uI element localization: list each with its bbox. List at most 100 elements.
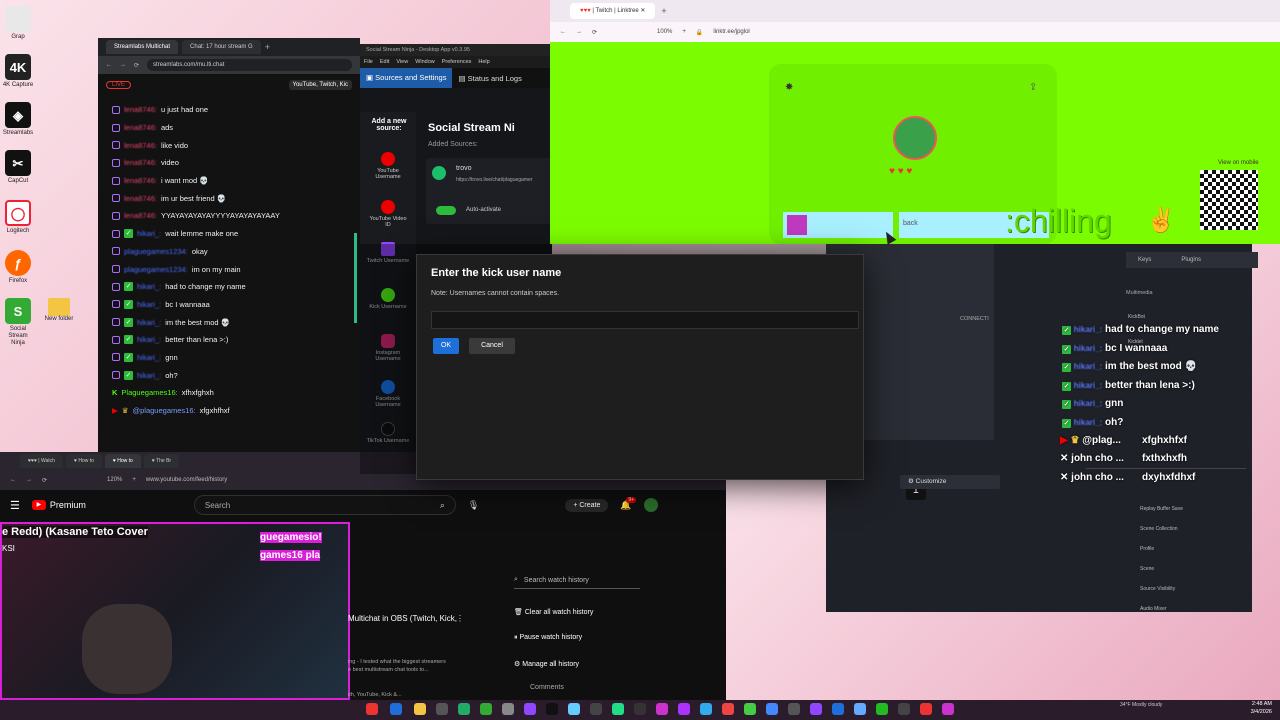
taskbar-app-icon[interactable]	[656, 703, 668, 715]
browser-tab[interactable]: ♥ How to	[65, 454, 102, 468]
forward-icon[interactable]: →	[576, 29, 582, 35]
date[interactable]: 3/4/2026	[1232, 709, 1272, 715]
auto-activate-toggle[interactable]	[436, 206, 456, 215]
close-tab-icon[interactable]: ✕	[640, 8, 645, 14]
multimedia-item[interactable]: Multimedia	[1126, 290, 1153, 296]
share-icon[interactable]: ⇪	[1029, 82, 1037, 93]
menu-file[interactable]: File	[364, 56, 373, 68]
desktop-icon[interactable]: ◯ Logitech	[2, 200, 34, 235]
taskbar-app-icon[interactable]	[612, 703, 624, 715]
taskbar-app-icon[interactable]	[678, 703, 690, 715]
taskbar-app-icon[interactable]	[942, 703, 954, 715]
menu-preferences[interactable]: Preferences	[442, 56, 472, 68]
tab-multichat[interactable]: Streamlabs Multichat	[106, 40, 179, 54]
obs-menu-replay[interactable]: Replay Buffer Save	[1140, 506, 1183, 512]
tab-keys[interactable]: Keys	[1138, 252, 1151, 268]
sparkle-icon[interactable]: ✸	[785, 82, 793, 93]
taskbar-app-icon[interactable]	[700, 703, 712, 715]
taskbar-app-icon[interactable]	[744, 703, 756, 715]
obs-menu-kickbot[interactable]: KickBot	[1128, 314, 1145, 320]
clock[interactable]: 2:48 AM	[1232, 701, 1272, 707]
cancel-button[interactable]: Cancel	[469, 338, 515, 354]
kick-username-input[interactable]	[431, 311, 859, 329]
taskbar-app-icon[interactable]	[722, 703, 734, 715]
add-icon[interactable]: +	[682, 29, 686, 35]
back-icon[interactable]: ←	[106, 62, 112, 68]
youtube-username-button[interactable]: YouTube Username	[366, 152, 410, 180]
desktop-icon[interactable]: S Social Stream Ninja	[2, 298, 34, 347]
desktop-icon[interactable]: Grap	[2, 6, 34, 41]
taskbar-app-icon[interactable]	[480, 703, 492, 715]
reload-icon[interactable]: ⟳	[42, 477, 47, 484]
taskbar-app-icon[interactable]	[458, 703, 470, 715]
youtube-logo[interactable]: ▶ Premium	[31, 500, 86, 510]
forward-icon[interactable]: →	[120, 62, 126, 68]
taskbar-app-icon[interactable]	[634, 703, 646, 715]
desktop-icon[interactable]: ƒ Firefox	[2, 250, 34, 285]
taskbar-app-icon[interactable]	[898, 703, 910, 715]
menu-view[interactable]: View	[396, 56, 408, 68]
desktop-icon[interactable]: 4K 4K Capture	[2, 54, 34, 89]
taskbar-app-icon[interactable]	[546, 703, 558, 715]
back-icon[interactable]: ←	[560, 29, 566, 35]
desktop-icon[interactable]: ◈ Streamlabs	[2, 102, 34, 137]
taskbar-app-icon[interactable]	[590, 703, 602, 715]
forward-icon[interactable]: →	[26, 477, 32, 483]
more-options-icon[interactable]: ⋮	[456, 614, 464, 623]
taskbar-app-icon[interactable]	[788, 703, 800, 715]
scrollbar[interactable]	[354, 233, 357, 323]
obs-menu-scene-collection[interactable]: Scene Collection	[1140, 526, 1178, 532]
add-icon[interactable]: +	[132, 477, 136, 483]
stream-video-title[interactable]: Multichat in OBS (Twitch, Kick,	[348, 614, 457, 623]
taskbar-app-icon[interactable]	[568, 703, 580, 715]
weather-widget[interactable]: 34°F Mostly cloudy	[1120, 702, 1180, 708]
menu-edit[interactable]: Edit	[380, 56, 389, 68]
zoom-level[interactable]: 100%	[657, 29, 672, 35]
reload-icon[interactable]: ⟳	[134, 62, 139, 69]
search-input[interactable]: Search ⌕	[193, 495, 456, 515]
tab-sources-settings[interactable]: ▣ Sources and Settings	[360, 68, 453, 88]
link-button[interactable]	[783, 212, 893, 238]
search-history-input[interactable]: ⌕ Search watch history	[514, 572, 640, 589]
browser-tab[interactable]: ♥ The Br	[143, 454, 180, 468]
taskbar-app-icon[interactable]	[876, 703, 888, 715]
clear-history-button[interactable]: 🗑 Clear all watch history	[514, 608, 593, 616]
tab-chat[interactable]: Chat: 17 hour stream G	[182, 40, 261, 54]
taskbar-app-icon[interactable]	[832, 703, 844, 715]
url-field[interactable]: linktr.ee/jpglol	[713, 29, 749, 35]
taskbar-app-icon[interactable]	[436, 703, 448, 715]
obs-menu-audio-mixer[interactable]: Audio Mixer	[1140, 606, 1166, 612]
tab-linktree[interactable]: ♥♥♥ | Twitch | Linktree ✕	[570, 3, 656, 19]
menu-window[interactable]: Window	[415, 56, 435, 68]
taskbar-app-icon[interactable]	[854, 703, 866, 715]
new-folder-icon[interactable]: New folder	[44, 298, 74, 322]
create-button[interactable]: + Create	[565, 498, 609, 512]
ok-button[interactable]: OK	[433, 338, 459, 354]
url-field[interactable]: www.youtube.com/feed/history	[146, 477, 227, 483]
new-tab-icon[interactable]: +	[661, 6, 666, 16]
customize-button[interactable]: ⚙ Customize	[900, 475, 1000, 489]
taskbar-app-icon[interactable]	[524, 703, 536, 715]
tab-status-logs[interactable]: ▤ Status and Logs	[452, 74, 527, 83]
taskbar-app-icon[interactable]	[366, 703, 378, 715]
taskbar-app-icon[interactable]	[766, 703, 778, 715]
taskbar-app-icon[interactable]	[810, 703, 822, 715]
url-field[interactable]: streamlabs.com/mu.lti.chat	[147, 59, 352, 71]
avatar[interactable]	[643, 498, 658, 512]
back-icon[interactable]: ←	[10, 477, 16, 483]
platforms-filter[interactable]: YouTube, Twitch, Kic	[288, 80, 352, 90]
obs-menu-profile[interactable]: Profile	[1140, 546, 1154, 552]
obs-menu-source-visibility[interactable]: Source Visibility	[1140, 586, 1175, 592]
taskbar-app-icon[interactable]	[390, 703, 402, 715]
tab-plugins[interactable]: Plugins	[1181, 252, 1201, 268]
pause-history-button[interactable]: ⏸ Pause watch history	[514, 634, 582, 642]
manage-history-button[interactable]: ⚙ Manage all history	[514, 660, 579, 668]
new-tab-icon[interactable]: +	[265, 42, 270, 52]
obs-menu-scene[interactable]: Scene	[1140, 566, 1154, 572]
reload-icon[interactable]: ⟳	[592, 29, 597, 36]
youtube-video-id-button[interactable]: YouTube Video ID	[366, 200, 410, 228]
taskbar-app-icon[interactable]	[502, 703, 514, 715]
search-icon[interactable]: ⌕	[440, 500, 445, 511]
menu-help[interactable]: Help	[478, 56, 489, 68]
notification-bell-icon[interactable]: 🔔 9+	[620, 496, 637, 511]
